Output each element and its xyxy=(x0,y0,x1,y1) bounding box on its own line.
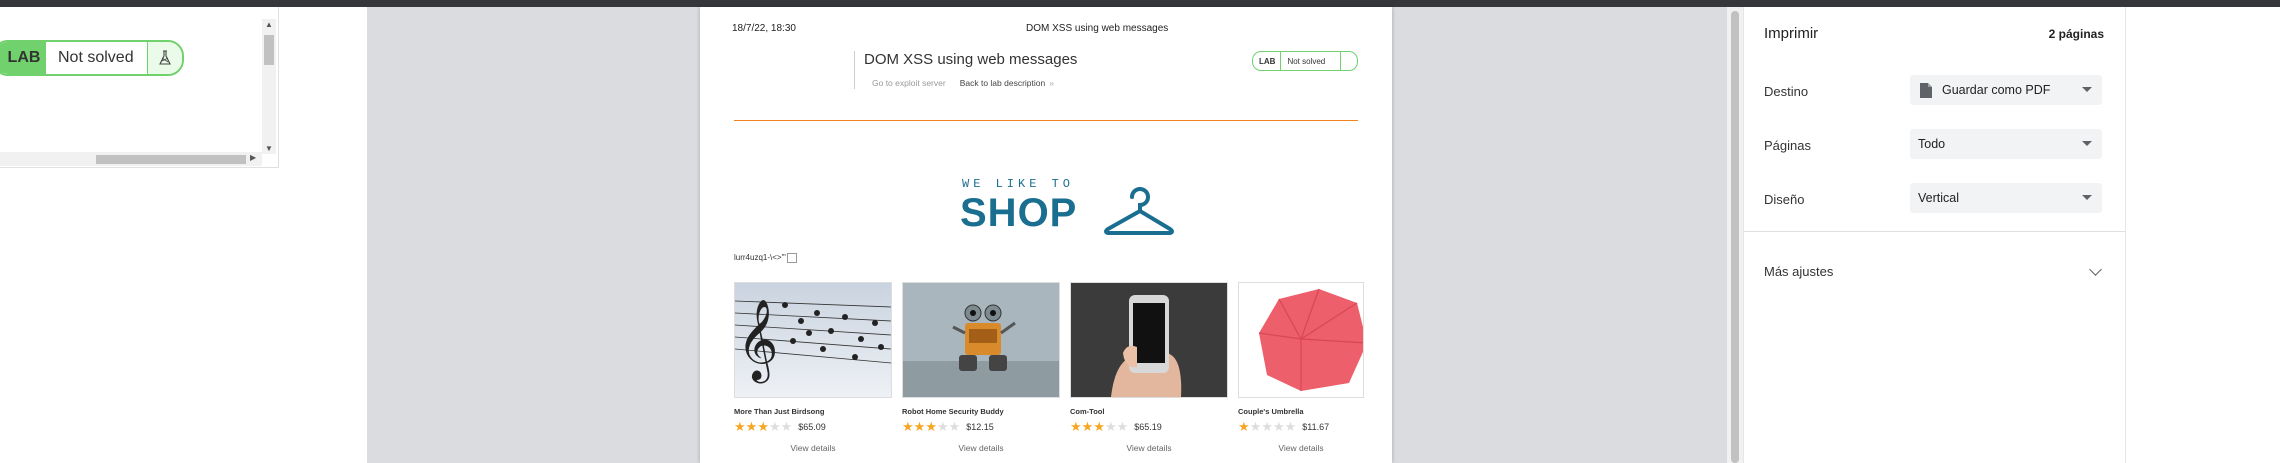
product-price: $11.67 xyxy=(1302,421,1330,432)
product-card: Com-Tool ★ ★ ★ ★ ★ $65.19 View details xyxy=(1070,282,1228,453)
layout-value: Vertical xyxy=(1918,191,1959,205)
scroll-thumb[interactable] xyxy=(96,155,246,164)
panel-divider xyxy=(1744,231,2126,232)
back-to-lab-link[interactable]: Back to lab description xyxy=(960,78,1046,88)
lab-links: Go to exploit server Back to lab descript… xyxy=(872,78,1054,88)
product-image-umbrella xyxy=(1238,282,1364,398)
pages-row: Páginas Todo xyxy=(1764,129,2104,161)
lab-status-iframe: LAB Not solved ▲ ▼ ▶ xyxy=(0,7,279,168)
star-rating: ★ ★ ★ ★ ★ xyxy=(1070,419,1129,434)
window-top-bar xyxy=(0,0,2280,7)
dropdown-arrow-icon xyxy=(2082,87,2092,92)
product-card: 𝄞 More Than Just Birdsong ★ ★ ★ ★ ★ $65.09 Vi… xyxy=(734,282,892,453)
scroll-thumb[interactable] xyxy=(264,35,274,65)
layout-label: Diseño xyxy=(1764,192,1805,207)
product-name: Robot Home Security Buddy xyxy=(902,407,1004,416)
destination-select[interactable]: Guardar como PDF xyxy=(1910,75,2102,105)
product-card: Robot Home Security Buddy ★ ★ ★ ★ ★ $12.15 Vi… xyxy=(902,282,1060,453)
svg-text:𝄞: 𝄞 xyxy=(737,298,778,383)
pages-select[interactable]: Todo xyxy=(1910,129,2102,159)
scroll-up-icon[interactable]: ▲ xyxy=(265,20,273,29)
pages-value: Todo xyxy=(1918,137,1946,151)
lab-status-widget[interactable]: LAB Not solved xyxy=(0,40,184,76)
horizontal-scrollbar[interactable]: ▶ xyxy=(0,152,262,166)
mini-lab-status-widget: LAB Not solved xyxy=(1252,51,1358,71)
destination-value: Guardar como PDF xyxy=(1942,83,2051,97)
mini-lab-tag: LAB xyxy=(1259,56,1276,66)
preview-page: 18/7/22, 18:30 DOM XSS using web message… xyxy=(700,7,1392,463)
flask-icon xyxy=(147,42,182,74)
destination-row: Destino Guardar como PDF xyxy=(1764,75,2104,107)
dropdown-arrow-icon xyxy=(2082,141,2092,146)
view-details-button[interactable]: View details xyxy=(902,443,1060,453)
product-name: More Than Just Birdsong xyxy=(734,407,825,416)
product-name: Couple's Umbrella xyxy=(1238,407,1304,416)
go-to-exploit-link[interactable]: Go to exploit server xyxy=(872,78,946,88)
star-rating: ★ ★ ★ ★ ★ xyxy=(1238,419,1297,434)
product-image-robot xyxy=(902,282,1060,398)
dropdown-arrow-icon xyxy=(2082,195,2092,200)
product-name: Com-Tool xyxy=(1070,407,1105,416)
scroll-right-icon[interactable]: ▶ xyxy=(250,153,256,162)
lab-tag: LAB xyxy=(0,42,46,74)
injected-message-text: lurr4uzq1-\<>"' xyxy=(734,253,797,263)
logo-tagline: WE LIKE TO xyxy=(962,177,1075,191)
product-image-birdsong: 𝄞 xyxy=(734,282,892,398)
header-divider xyxy=(734,120,1358,121)
chevron-down-icon[interactable] xyxy=(2089,263,2102,276)
star-rating: ★ ★ ★ ★ ★ xyxy=(734,419,793,434)
lab-status-text: Not solved xyxy=(58,49,134,66)
scroll-down-icon[interactable]: ▼ xyxy=(265,144,273,153)
product-card: Couple's Umbrella ★ ★ ★ ★ ★ $11.67 View detai… xyxy=(1238,282,1364,453)
product-price: $65.19 xyxy=(1134,421,1162,432)
view-details-button[interactable]: View details xyxy=(734,443,892,453)
view-details-button[interactable]: View details xyxy=(1070,443,1228,453)
preview-scrollbar[interactable] xyxy=(1727,7,1743,463)
layout-row: Diseño Vertical xyxy=(1764,183,2104,215)
page-header-date: 18/7/22, 18:30 xyxy=(732,23,796,34)
mini-lab-status: Not solved xyxy=(1280,52,1340,70)
destination-label: Destino xyxy=(1764,84,1809,99)
hanger-icon xyxy=(1104,187,1174,235)
product-price: $65.09 xyxy=(798,421,826,432)
view-details-button[interactable]: View details xyxy=(1238,443,1364,453)
lab-title: DOM XSS using web messages xyxy=(864,51,1078,68)
chevron-right-icon: » xyxy=(1049,78,1054,88)
scroll-thumb[interactable] xyxy=(1731,11,1739,463)
broken-image-icon xyxy=(786,253,797,263)
vertical-scrollbar[interactable]: ▲ ▼ xyxy=(262,19,276,154)
logo-shop-text: SHOP xyxy=(960,191,1078,235)
shop-logo: WE LIKE TO SHOP xyxy=(960,173,1182,243)
pages-label: Páginas xyxy=(1764,138,1811,153)
page-header-title: DOM XSS using web messages xyxy=(1026,23,1169,34)
layout-select[interactable]: Vertical xyxy=(1910,183,2102,213)
print-settings-panel: Imprimir 2 páginas Destino Guardar como … xyxy=(1743,7,2126,463)
more-settings-toggle[interactable]: Más ajustes xyxy=(1764,264,1833,279)
product-price: $12.15 xyxy=(966,421,994,432)
product-image-phone xyxy=(1070,282,1228,398)
product-grid: 𝄞 More Than Just Birdsong ★ ★ ★ ★ ★ $65.09 Vi… xyxy=(734,282,1364,462)
print-title: Imprimir xyxy=(1764,25,1819,42)
star-rating: ★ ★ ★ ★ ★ xyxy=(902,419,961,434)
right-background xyxy=(2125,7,2280,463)
document-icon xyxy=(1920,83,1932,98)
page-count: 2 páginas xyxy=(2048,27,2104,41)
